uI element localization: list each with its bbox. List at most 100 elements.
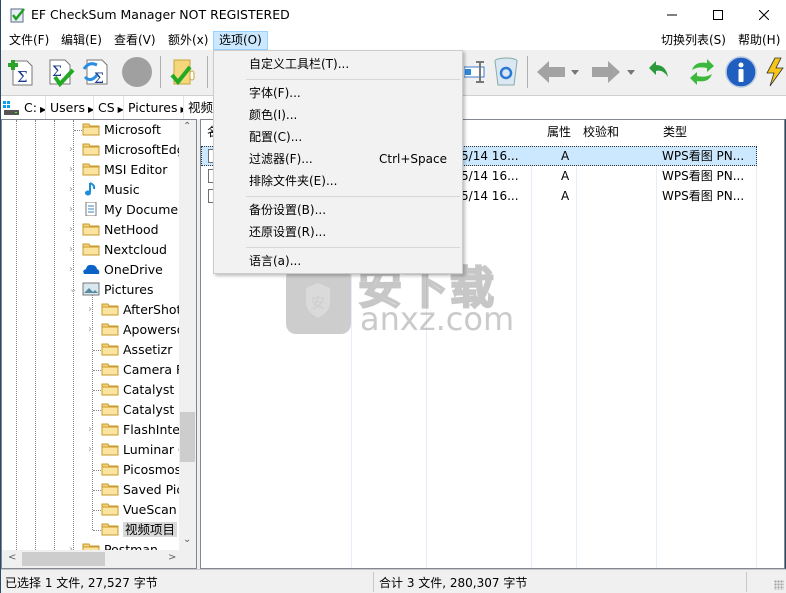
tree-item[interactable]: Assetizr: [93, 340, 172, 360]
menu-separator: [246, 196, 460, 197]
add-checksum-icon: Σ: [8, 60, 33, 86]
menu-item-configuration[interactable]: 配置(C)...: [215, 126, 461, 148]
stop-button[interactable]: [120, 55, 154, 89]
breadcrumb-item[interactable]: 视频: [184, 96, 214, 119]
tree-vertical-scrollbar[interactable]: ⌃ ⌄: [179, 120, 196, 550]
menu-file[interactable]: 文件(F): [4, 31, 54, 50]
refresh-button[interactable]: [685, 55, 719, 89]
tree-guide-line: [73, 120, 74, 550]
update-checksum-button[interactable]: Σ: [79, 55, 113, 89]
chevron-right-icon[interactable]: ›: [69, 180, 73, 200]
tree-item[interactable]: VueScan: [93, 500, 177, 520]
info-icon: [725, 56, 757, 88]
tree-item[interactable]: › MSI Editor: [69, 160, 167, 180]
chevron-right-icon[interactable]: ›: [88, 300, 92, 320]
chevron-down-icon[interactable]: ⌄: [69, 280, 77, 300]
app-icon: [10, 8, 25, 23]
chevron-right-icon[interactable]: ›: [69, 220, 73, 240]
date-cell: /5/14 16...: [457, 169, 519, 183]
tree-horizontal-scrollbar[interactable]: < >: [2, 550, 196, 568]
forward-dropdown[interactable]: [624, 55, 638, 89]
chevron-right-icon[interactable]: ›: [69, 140, 73, 160]
tree-item[interactable]: › OneDrive: [69, 260, 163, 280]
rename-icon: [464, 61, 485, 83]
tree-item[interactable]: 视频项目: [93, 520, 178, 540]
menu-item-restore-settings[interactable]: 还原设置(R)...: [215, 221, 461, 243]
maximize-button[interactable]: [695, 0, 741, 30]
scrollbar-thumb[interactable]: [180, 412, 195, 462]
lightning-icon: [766, 57, 784, 87]
menu-item-language[interactable]: 语言(a)...: [215, 250, 461, 272]
tree-item[interactable]: › MicrosoftEdge: [69, 140, 192, 160]
lightning-button[interactable]: [763, 55, 786, 89]
column-header-type[interactable]: 类型: [657, 120, 757, 144]
tree-item[interactable]: Microsoft: [74, 120, 161, 140]
menu-bar: 文件(F) 编辑(E) 查看(V) 额外(x) 选项(O) 切换列表(S) 帮助…: [1, 30, 786, 50]
menu-view[interactable]: 查看(V): [109, 31, 161, 50]
title-bar: EF CheckSum Manager NOT REGISTERED: [1, 0, 786, 30]
tree-guide-line: [35, 120, 36, 550]
scroll-up-icon[interactable]: ⌃: [183, 121, 191, 132]
tree-connector: [93, 510, 101, 511]
forward-button[interactable]: [589, 55, 623, 89]
scroll-left-icon[interactable]: <: [8, 552, 16, 563]
resize-grip[interactable]: [774, 580, 784, 590]
chevron-right-icon[interactable]: ›: [69, 200, 73, 220]
back-dropdown[interactable]: [568, 55, 582, 89]
tree-connector: [93, 530, 101, 531]
folder-tree: Microsoft › MicrosoftEdge › MSI Editor › Music…: [1, 119, 197, 569]
menu-item-backup-settings[interactable]: 备份设置(B)...: [215, 199, 461, 221]
column-divider: [656, 144, 657, 568]
scrollbar-thumb[interactable]: [22, 552, 105, 566]
verify-checksum-button[interactable]: Σ: [43, 55, 77, 89]
chevron-right-icon[interactable]: ›: [69, 160, 73, 180]
menu-item-font[interactable]: 字体(F)...: [215, 82, 461, 104]
chevron-right-icon: ▶: [117, 105, 124, 114]
options-menu: 自定义工具栏(T)... 字体(F)... 颜色(I)... 配置(C)... …: [213, 50, 463, 274]
up-button[interactable]: [642, 55, 676, 89]
menu-switch-list[interactable]: 切换列表(S): [656, 31, 731, 50]
menu-edit[interactable]: 编辑(E): [56, 31, 107, 50]
chevron-right-icon[interactable]: ›: [69, 260, 73, 280]
forward-arrow-icon: [592, 61, 620, 83]
date-cell: /5/14 16...: [457, 149, 519, 163]
tree-item[interactable]: › Nextcloud: [69, 240, 167, 260]
status-divider: [746, 572, 747, 592]
tree-connector: [93, 350, 101, 351]
tree-item[interactable]: Picosmos: [93, 460, 181, 480]
date-cell: /5/14 16...: [457, 189, 519, 203]
column-header-attributes[interactable]: 属性: [541, 120, 577, 144]
scroll-down-icon[interactable]: ⌄: [183, 534, 191, 545]
info-button[interactable]: [724, 55, 758, 89]
status-bar: 已选择 1 文件, 27,527 字节 合计 3 文件, 280,307 字节: [1, 569, 786, 593]
chevron-right-icon[interactable]: ›: [69, 240, 73, 260]
tree-item[interactable]: ⌄ Pictures: [69, 280, 154, 300]
tree-item[interactable]: › Music: [69, 180, 140, 200]
menu-item-filter[interactable]: 过滤器(F)... Ctrl+Space: [215, 148, 461, 170]
back-button[interactable]: [534, 55, 568, 89]
rename-button[interactable]: [459, 55, 493, 89]
chevron-right-icon[interactable]: ›: [88, 440, 92, 460]
column-header-checksum[interactable]: 校验和: [577, 120, 657, 144]
close-button[interactable]: [741, 0, 786, 30]
breadcrumb-item[interactable]: C: ▶: [20, 96, 46, 119]
tree-item[interactable]: › AfterShot: [88, 300, 181, 320]
chevron-right-icon[interactable]: ›: [88, 420, 92, 440]
add-checksum-button[interactable]: Σ: [3, 55, 37, 89]
tree-item[interactable]: › NetHood: [69, 220, 159, 240]
chevron-right-icon[interactable]: ›: [88, 320, 92, 340]
breadcrumb-item[interactable]: Pictures▶: [124, 96, 184, 119]
recycle-bin-button[interactable]: [489, 55, 523, 89]
menu-item-colors[interactable]: 颜色(I)...: [215, 104, 461, 126]
verify-folder-button[interactable]: [166, 55, 200, 89]
menu-item-exclude-folders[interactable]: 排除文件夹(E)...: [215, 170, 461, 192]
menu-extra[interactable]: 额外(x): [163, 31, 213, 50]
menu-help[interactable]: 帮助(H): [733, 31, 785, 50]
menu-options[interactable]: 选项(O): [213, 31, 268, 50]
breadcrumb-item[interactable]: Users ▶: [46, 96, 94, 119]
breadcrumb-item[interactable]: CS ▶: [94, 96, 124, 119]
minimize-button[interactable]: [649, 0, 695, 30]
menu-item-customize-toolbar[interactable]: 自定义工具栏(T)...: [215, 53, 461, 75]
scroll-right-icon[interactable]: >: [168, 552, 176, 563]
recycle-bin-icon: [494, 57, 518, 86]
